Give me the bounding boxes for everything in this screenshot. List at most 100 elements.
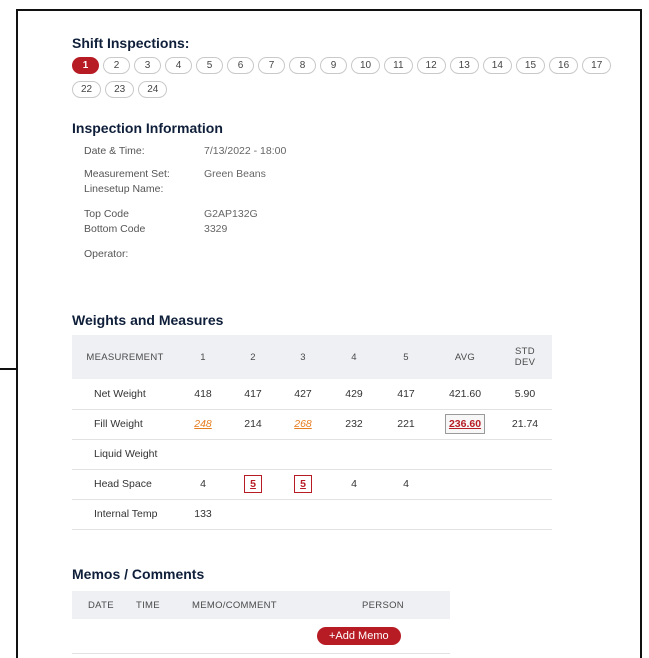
cell-value: 418 (178, 379, 228, 410)
memo-cell (72, 619, 136, 654)
memos-header-row: DATE TIME MEMO/COMMENT PERSON (72, 591, 450, 619)
header-std-line1: STD (515, 346, 535, 357)
top-code-value: G2AP132G (204, 208, 258, 220)
frame-right-border (640, 9, 642, 658)
cell-std: 21.74 (498, 409, 552, 440)
table-row: Fill Weight 248 214 268 232 221 236.60 2… (72, 409, 552, 440)
measurement-set-value: Green Beans (204, 168, 266, 180)
flagged-value: 5 (294, 475, 312, 493)
shift-pill-8[interactable]: 8 (289, 57, 316, 74)
memo-cell: +Add Memo (316, 619, 450, 654)
header-measurement: MEASUREMENT (72, 335, 178, 379)
shift-pill-17[interactable]: 17 (582, 57, 612, 74)
shift-pill-14[interactable]: 14 (482, 57, 512, 74)
cell-avg (432, 439, 498, 470)
bottom-code-value: 3329 (204, 223, 228, 235)
cell-std (498, 499, 552, 530)
shift-pill-12[interactable]: 12 (416, 57, 446, 74)
cell-value: 417 (228, 379, 278, 410)
cell-value: 4 (328, 469, 380, 500)
cell-value (178, 439, 228, 470)
row-name: Fill Weight (72, 409, 178, 440)
row-name: Liquid Weight (72, 439, 178, 470)
cell-value: 232 (328, 409, 380, 440)
shift-inspections-title: Shift Inspections: (72, 35, 190, 51)
shift-pill-4[interactable]: 4 (165, 57, 192, 74)
weights-measures-title: Weights and Measures (72, 312, 224, 328)
shift-pill-2[interactable]: 2 (103, 57, 130, 74)
out-of-range-value: 248 (194, 418, 212, 430)
shift-pill-16[interactable]: 16 (549, 57, 579, 74)
bottom-code-label: Bottom Code (84, 223, 146, 235)
cell-avg: 236.60 (432, 409, 498, 440)
cell-value: 417 (380, 379, 432, 410)
memo-header-memo: MEMO/COMMENT (192, 591, 316, 619)
shift-pill-3[interactable]: 3 (134, 57, 161, 74)
cell-avg: 421.60 (432, 379, 498, 410)
cell-value (328, 439, 380, 470)
table-row: Net Weight 418 417 427 429 417 421.60 5.… (72, 379, 552, 410)
row-name: Internal Temp (72, 499, 178, 530)
cell-value (228, 439, 278, 470)
cell-value (380, 439, 432, 470)
cell-value (380, 499, 432, 530)
header-1: 1 (178, 335, 228, 379)
memo-cell (192, 619, 316, 654)
cell-std (498, 439, 552, 470)
shift-pill-15[interactable]: 15 (515, 57, 546, 74)
header-avg: AVG (432, 335, 498, 379)
cell-value: 5 (228, 469, 278, 500)
row-name: Net Weight (72, 379, 178, 410)
header-std-dev: STD DEV (498, 335, 552, 379)
table-row: Internal Temp 133 (72, 499, 552, 530)
cell-value (228, 499, 278, 530)
header-5: 5 (380, 335, 432, 379)
shift-pill-1[interactable]: 1 (72, 57, 99, 74)
header-2: 2 (228, 335, 278, 379)
shift-pill-row-1: 1 2 3 4 5 6 7 8 9 10 11 12 13 14 15 16 17 (72, 57, 615, 75)
cell-value: 429 (328, 379, 380, 410)
measurement-set-label: Measurement Set: (84, 168, 170, 180)
add-memo-button[interactable]: +Add Memo (317, 626, 401, 645)
shift-pill-11[interactable]: 11 (384, 57, 413, 74)
cell-std: 5.90 (498, 379, 552, 410)
memos-title: Memos / Comments (72, 566, 205, 582)
operator-label: Operator: (84, 248, 129, 260)
cell-value: 268 (278, 409, 328, 440)
shift-pill-9[interactable]: 9 (320, 57, 347, 74)
flagged-avg-value: 236.60 (444, 414, 486, 434)
flagged-value: 5 (244, 475, 262, 493)
weights-table: MEASUREMENT 1 2 3 4 5 AVG STD DEV Net Wei… (72, 335, 552, 530)
memo-header-person: PERSON (316, 591, 450, 619)
linesetup-label: Linesetup Name: (84, 183, 164, 195)
shift-pill-7[interactable]: 7 (258, 57, 285, 74)
cell-value: 4 (178, 469, 228, 500)
top-code-label: Top Code (84, 208, 129, 220)
cell-value (278, 439, 328, 470)
memo-action-row: +Add Memo (72, 619, 450, 654)
shift-pill-24[interactable]: 24 (138, 81, 168, 98)
shift-pill-10[interactable]: 10 (351, 57, 381, 74)
frame-tick-mark (0, 368, 17, 370)
cell-avg (432, 499, 498, 530)
memo-cell (136, 619, 192, 654)
shift-pill-22[interactable]: 22 (72, 81, 102, 98)
memos-table: DATE TIME MEMO/COMMENT PERSON +Add Memo (72, 591, 450, 654)
cell-std (498, 469, 552, 500)
cell-value: 4 (380, 469, 432, 500)
cell-value: 221 (380, 409, 432, 440)
date-time-label: Date & Time: (84, 145, 145, 157)
memo-header-time: TIME (136, 591, 192, 619)
cell-avg (432, 469, 498, 500)
out-of-range-value: 268 (294, 418, 312, 430)
inspection-panel: Shift Inspections: 1 2 3 4 5 6 7 8 9 10 11 12 13 14 15… (18, 11, 640, 658)
weights-header-row: MEASUREMENT 1 2 3 4 5 AVG STD DEV (72, 335, 552, 379)
shift-pill-13[interactable]: 13 (449, 57, 479, 74)
shift-pill-6[interactable]: 6 (227, 57, 254, 74)
header-4: 4 (328, 335, 380, 379)
shift-pill-5[interactable]: 5 (196, 57, 223, 74)
shift-pill-23[interactable]: 23 (105, 81, 135, 98)
table-row: Head Space 4 5 5 4 4 (72, 469, 552, 500)
header-3: 3 (278, 335, 328, 379)
cell-value: 5 (278, 469, 328, 500)
